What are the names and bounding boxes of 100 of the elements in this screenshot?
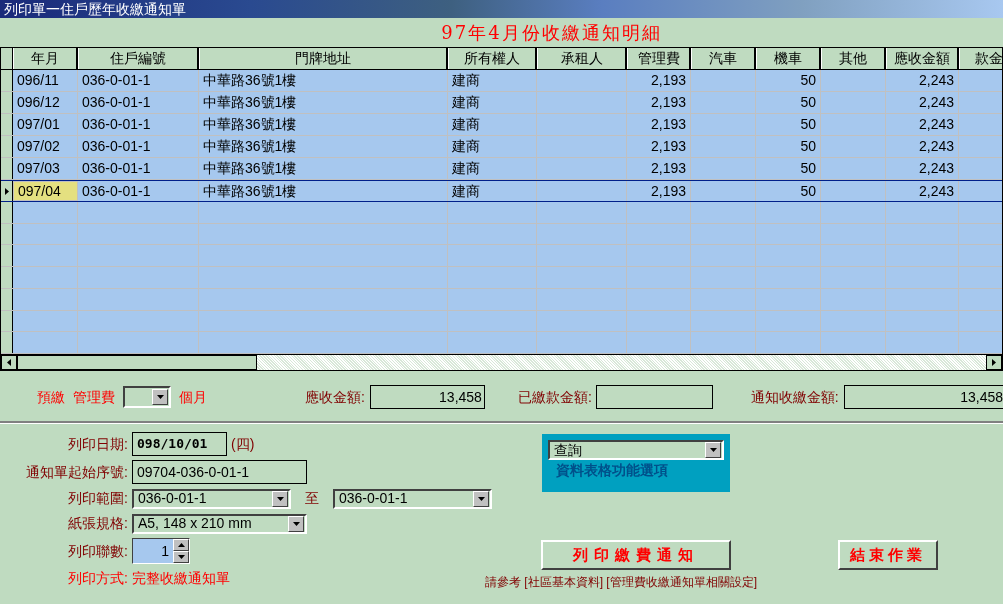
report-heading: 97年4月份收繳通知明細: [440, 21, 662, 45]
row-selector[interactable]: [1, 158, 13, 179]
table-cell: 2,193: [627, 136, 691, 157]
range-to-label: 至: [305, 489, 319, 508]
prepay-label: 預繳: [37, 387, 65, 407]
column-header[interactable]: 款金: [959, 48, 1002, 69]
table-cell: 097/03: [13, 158, 78, 179]
table-cell: 2,193: [627, 70, 691, 91]
row-selector[interactable]: [1, 202, 13, 223]
caret-icon: [156, 395, 164, 399]
function-dropdown[interactable]: 查詢: [548, 440, 724, 460]
table-cell: 097/04: [13, 181, 78, 201]
serial-field[interactable]: 09704-036-0-01-1: [132, 460, 307, 484]
scroll-left-button[interactable]: [1, 355, 17, 370]
row-selector[interactable]: [1, 114, 13, 135]
column-header[interactable]: 所有權人: [448, 48, 537, 69]
window-title: 列印單一住戶歷年收繳通知單: [4, 0, 186, 19]
paper-label: 紙張規格:: [67, 514, 128, 533]
table-cell: 中華路36號1樓: [199, 158, 448, 179]
table-cell: 036-0-01-1: [78, 92, 199, 113]
row-selector[interactable]: [1, 70, 13, 91]
table-row[interactable]: 096/11 036-0-01-1 中華路36號1樓 建商 2,193 50 2,243: [1, 70, 1002, 92]
months-label: 個月: [179, 387, 207, 407]
table-cell: 2,193: [627, 158, 691, 179]
table-cell: 097/01: [13, 114, 78, 135]
column-header[interactable]: 承租人: [537, 48, 627, 69]
table-cell: 096/11: [13, 70, 78, 91]
row-selector[interactable]: [1, 92, 13, 113]
receivable-field[interactable]: 13,458: [369, 385, 485, 409]
copies-label: 列印聯數:: [67, 541, 128, 561]
range-label: 列印範圍:: [67, 489, 128, 508]
table-cell: 建商: [448, 136, 537, 157]
column-header[interactable]: 年月: [13, 48, 78, 69]
table-cell: 2,193: [627, 92, 691, 113]
paid-field[interactable]: [595, 385, 713, 409]
row-selector[interactable]: [1, 223, 13, 245]
table-cell: 50: [756, 70, 821, 91]
column-header[interactable]: 門牌地址: [199, 48, 448, 69]
right-arrow-icon: [992, 359, 996, 367]
table-cell: 036-0-01-1: [78, 181, 199, 201]
dropdown-button[interactable]: [152, 389, 168, 405]
dropdown-button[interactable]: [288, 515, 304, 532]
dropdown-button[interactable]: [705, 442, 721, 458]
table-cell: 建商: [448, 158, 537, 179]
table-cell: 036-0-01-1: [78, 158, 199, 179]
table-cell: 097/02: [13, 136, 78, 157]
column-header[interactable]: 其他: [821, 48, 886, 69]
column-header[interactable]: 住戶編號: [78, 48, 199, 69]
column-header[interactable]: 機車: [756, 48, 821, 69]
prepay-item-label: 管理費: [73, 387, 115, 407]
table-row[interactable]: 097/03 036-0-01-1 中華路36號1樓 建商 2,193 50 2,243: [1, 158, 1002, 180]
scroll-right-button[interactable]: [986, 355, 1002, 370]
scroll-thumb[interactable]: [17, 355, 257, 370]
row-selector[interactable]: [1, 288, 13, 310]
range-to-dropdown[interactable]: 036-0-01-1: [333, 488, 492, 509]
table-cell: 50: [756, 181, 821, 201]
table-cell: 50: [756, 136, 821, 157]
range-from-dropdown[interactable]: 036-0-01-1: [132, 488, 291, 509]
table-row[interactable]: 097/04 036-0-01-1 中華路36號1樓 建商 2,193 50 2,243: [1, 180, 1002, 202]
print-date-field[interactable]: 098/10/01: [132, 432, 227, 456]
table-cell: 中華路36號1樓: [199, 181, 448, 201]
column-header[interactable]: 管理費: [627, 48, 691, 69]
table-cell: 2,193: [627, 114, 691, 135]
print-date-label: 列印日期:: [67, 434, 128, 454]
weekday-text: (四): [231, 434, 255, 454]
months-dropdown[interactable]: [123, 386, 171, 408]
table-cell: 中華路36號1樓: [199, 92, 448, 113]
paper-dropdown[interactable]: A5, 148 x 210 mm: [132, 513, 307, 534]
print-method-text: 完整收繳通知單: [132, 569, 230, 588]
caret-icon: [292, 521, 300, 526]
table-cell: 中華路36號1樓: [199, 114, 448, 135]
row-selector[interactable]: [1, 181, 13, 201]
table-row[interactable]: 097/02 036-0-01-1 中華路36號1樓 建商 2,193 50 2,243: [1, 136, 1002, 158]
table-row[interactable]: 097/01 036-0-01-1 中華路36號1樓 建商 2,193 50 2,243: [1, 114, 1002, 136]
current-row-icon: [4, 187, 9, 195]
notice-amount-field[interactable]: 13,458: [843, 385, 1003, 409]
notice-amount-label: 通知收繳金額:: [750, 387, 839, 407]
dropdown-button[interactable]: [272, 490, 288, 507]
table-cell: 036-0-01-1: [78, 136, 199, 157]
row-selector[interactable]: [1, 136, 13, 157]
column-header[interactable]: 應收金額: [886, 48, 959, 69]
table-cell: 036-0-01-1: [78, 70, 199, 91]
row-selector[interactable]: [1, 310, 13, 332]
table-cell: 2,243: [886, 181, 959, 201]
table-cell: 建商: [448, 181, 537, 201]
row-selector[interactable]: [1, 267, 13, 288]
row-selector[interactable]: [1, 245, 13, 267]
table-cell: 2,243: [886, 136, 959, 157]
table-cell: 50: [756, 158, 821, 179]
table-cell: 建商: [448, 114, 537, 135]
table-cell: 2,243: [886, 70, 959, 91]
print-method-label: 列印方式:: [67, 569, 128, 588]
column-header[interactable]: 汽車: [691, 48, 756, 69]
table-row[interactable]: 096/12 036-0-01-1 中華路36號1樓 建商 2,193 50 2,243: [1, 92, 1002, 114]
row-selector[interactable]: [1, 332, 13, 354]
dropdown-button[interactable]: [473, 490, 489, 507]
table-cell: 50: [756, 92, 821, 113]
table-cell: 2,243: [886, 158, 959, 179]
table-cell: 036-0-01-1: [78, 114, 199, 135]
caret-icon: [477, 496, 485, 501]
